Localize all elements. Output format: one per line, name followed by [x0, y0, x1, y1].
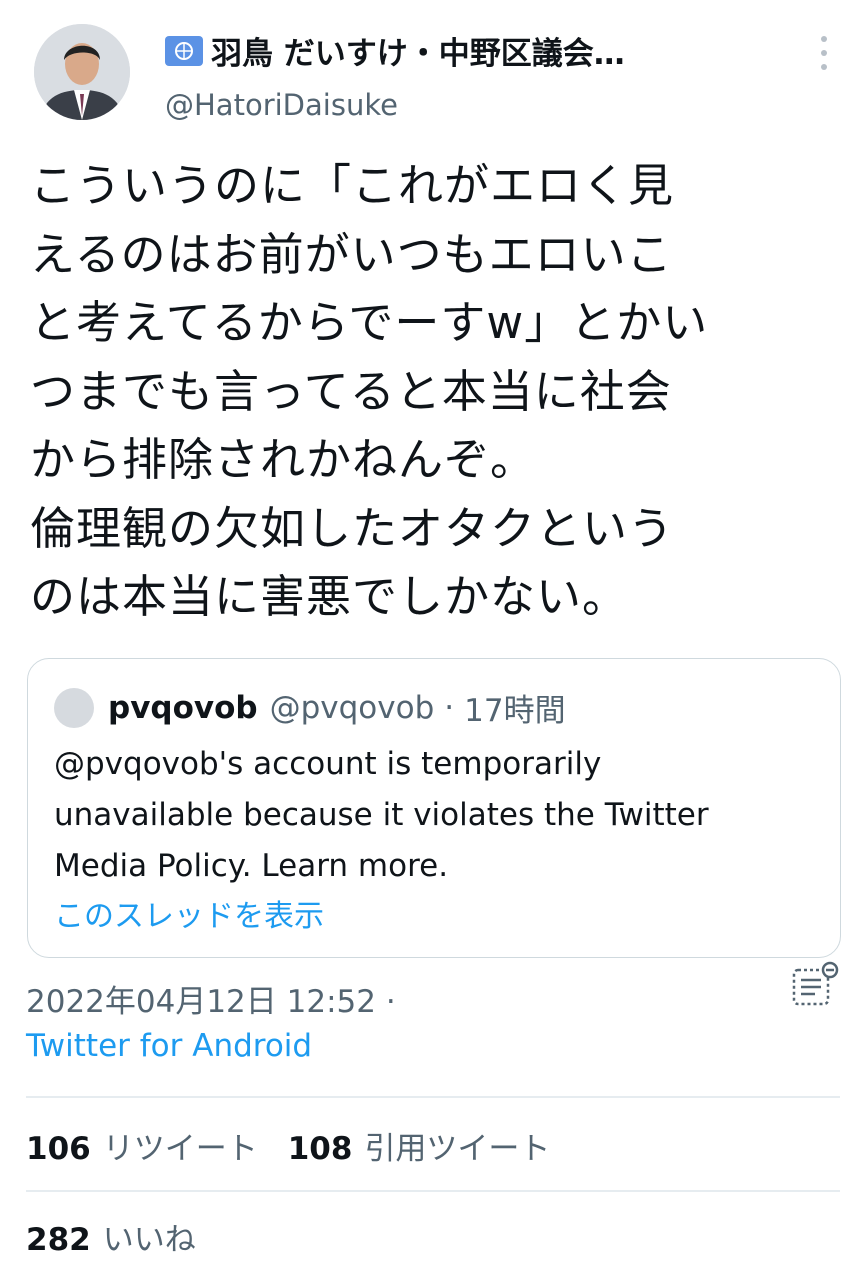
tweet-text-line: と考えてるからでーすw」とかい: [30, 296, 709, 349]
retweets-count[interactable]: 106: [26, 1131, 91, 1167]
tweet-text: こういうのに「これがエロく見 えるのはお前がいつもエロいこ と考えてるからでーす…: [30, 152, 840, 632]
separator-dot: ·: [444, 689, 455, 726]
divider: [26, 1096, 840, 1098]
quoted-avatar: [54, 687, 94, 728]
likes-stat[interactable]: 282 いいね: [26, 1214, 226, 1259]
un-flag-icon: [165, 35, 203, 66]
divider: [26, 1190, 840, 1192]
tweet-source-link[interactable]: Twitter for Android: [26, 1028, 312, 1064]
quoted-timestamp: 17時間: [464, 693, 566, 729]
tweet-text-line: こういうのに「これがエロく見: [30, 159, 675, 212]
quoted-tweet-header: pvqovob @pvqovob · 17時間: [54, 685, 566, 730]
quoted-author-handle: @pvqovob: [269, 689, 435, 726]
tweet-text-line: つまでも言ってると本当に社会: [30, 364, 672, 418]
more-options-icon[interactable]: [814, 36, 834, 70]
author-name-row[interactable]: 羽鳥 だいすけ・中野区議会…: [165, 28, 625, 73]
likes-label[interactable]: いいね: [103, 1214, 196, 1259]
profile-photo-avatar: [34, 24, 130, 120]
quoted-body-line: Media Policy. Learn more.: [54, 848, 449, 884]
show-thread-link[interactable]: このスレッドを表示: [54, 891, 324, 935]
quoted-tweet-body: @pvqovob's account is temporarily unavai…: [54, 739, 824, 892]
tweet-text-line: えるのはお前がいつもエロいこ: [30, 227, 673, 281]
retweets-label[interactable]: リツイート: [103, 1123, 258, 1168]
quote-tweets-label[interactable]: 引用ツイート: [364, 1123, 550, 1168]
quoted-author-name: pvqovob: [108, 689, 258, 726]
quote-tweets-count[interactable]: 108: [288, 1131, 353, 1167]
author-display-name[interactable]: 羽鳥 だいすけ・中野区議会…: [211, 28, 625, 73]
tweet-text-line: のは本当に害悪でしかない。: [30, 570, 629, 623]
quoted-body-line: unavailable because it violates the Twit…: [54, 797, 709, 833]
tweet-text-line: 倫理観の欠如したオタクという: [30, 501, 675, 555]
tweet-timestamp[interactable]: 2022年04月12日 12:52 ·: [26, 976, 396, 1021]
quoted-tweet-card[interactable]: pvqovob @pvqovob · 17時間 @pvqovob's accou…: [27, 658, 841, 958]
engagement-stats: 106 リツイート 108 引用ツイート: [26, 1123, 580, 1168]
likes-count[interactable]: 282: [26, 1222, 91, 1258]
quoted-body-line: @pvqovob's account is temporarily: [54, 746, 602, 782]
tweet-text-line: から排除されかねんぞ。: [30, 433, 537, 486]
tweet-activity-icon[interactable]: [790, 960, 840, 1010]
author-handle[interactable]: @HatoriDaisuke: [165, 88, 398, 122]
author-avatar[interactable]: [34, 24, 130, 120]
